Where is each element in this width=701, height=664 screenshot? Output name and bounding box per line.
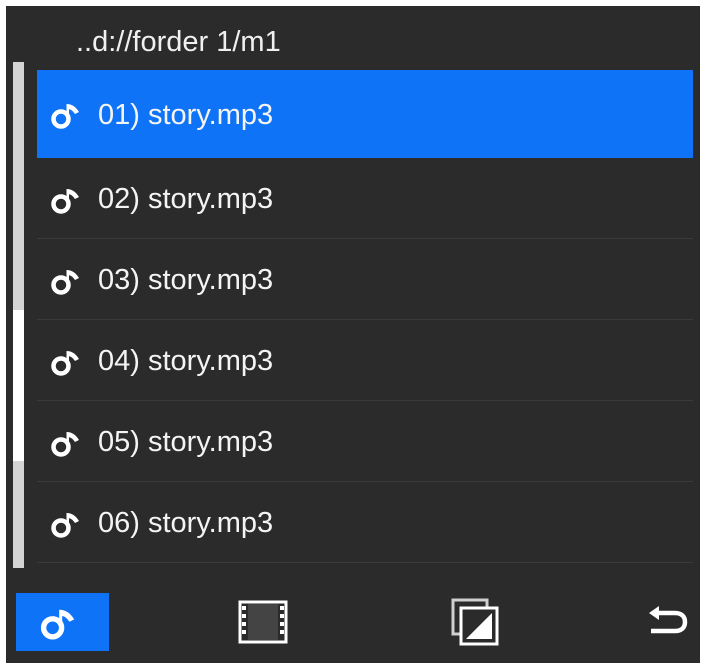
photo-gallery-icon — [451, 598, 499, 646]
photo-tab-button[interactable] — [444, 593, 508, 651]
music-note-icon — [40, 609, 75, 640]
file-name: 04) story.mp3 — [98, 345, 274, 377]
bottom-toolbar — [6, 581, 700, 663]
music-note-icon — [51, 432, 79, 457]
file-row[interactable]: 04) story.mp3 — [37, 320, 693, 401]
file-row[interactable]: 03) story.mp3 — [37, 239, 693, 320]
music-tab-button[interactable] — [16, 593, 109, 651]
file-name: 05) story.mp3 — [98, 426, 274, 458]
file-row[interactable]: 06) story.mp3 — [37, 482, 693, 563]
file-row[interactable]: 02) story.mp3 — [37, 158, 693, 239]
file-list: 01) story.mp3 02) story.mp3 03) story.mp… — [37, 70, 693, 563]
music-note-icon — [51, 270, 79, 295]
path-bar: ..d://forder 1/m1 — [6, 6, 700, 70]
file-name: 02) story.mp3 — [98, 183, 274, 215]
file-name: 03) story.mp3 — [98, 264, 274, 296]
film-strip-icon — [238, 600, 288, 644]
current-path: ..d://forder 1/m1 — [76, 26, 281, 58]
file-name: 06) story.mp3 — [98, 507, 274, 539]
file-row[interactable]: 05) story.mp3 — [37, 401, 693, 482]
scrollbar-thumb[interactable] — [13, 310, 24, 461]
music-note-icon — [51, 513, 79, 538]
video-tab-button[interactable] — [231, 593, 295, 651]
music-note-icon — [51, 104, 79, 129]
scrollbar[interactable] — [13, 62, 24, 568]
music-note-icon — [51, 351, 79, 376]
file-row[interactable]: 01) story.mp3 — [37, 70, 693, 158]
file-name: 01) story.mp3 — [98, 99, 274, 131]
back-arrow-icon — [649, 606, 688, 634]
file-browser-screen: ..d://forder 1/m1 01) story.mp3 02) stor… — [6, 6, 700, 663]
music-note-icon — [51, 189, 79, 214]
back-button[interactable] — [639, 593, 695, 651]
